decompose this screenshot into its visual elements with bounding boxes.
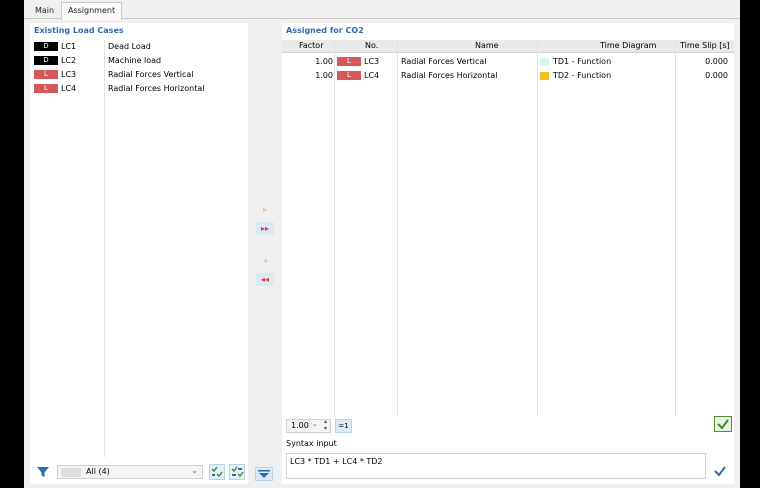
assigned-table: Factor No. Name Time Diagram Time Slip [… [282, 40, 734, 415]
assign-all-button[interactable]: ▸▸ [256, 222, 274, 235]
factor-cell[interactable]: 1.00 [282, 57, 333, 66]
move-down-icon[interactable] [255, 467, 273, 481]
time-diagram-swatch [540, 72, 549, 80]
list-item[interactable]: L LC3 Radial Forces Vertical [30, 68, 248, 82]
list-item[interactable]: D LC1 Dead Load [30, 40, 248, 54]
load-type-badge: L [337, 71, 361, 80]
column-header-time-slip[interactable]: Time Slip [s] [680, 41, 730, 50]
column-header-time-diagram[interactable]: Time Diagram [600, 41, 656, 50]
chevron-down-icon[interactable]: ⌄ [312, 420, 318, 428]
assign-selected-button[interactable]: ▸ [256, 203, 274, 216]
load-type-badge: L [337, 57, 361, 66]
set-factor-one-button[interactable]: =1 [335, 419, 352, 433]
apply-check-icon[interactable] [714, 416, 732, 432]
factor-cell[interactable]: 1.00 [282, 71, 333, 80]
syntax-input-label: Syntax input [286, 439, 337, 448]
assignment-dialog: Main Assignment Existing Load Cases D LC… [24, 0, 740, 488]
column-divider [334, 40, 335, 415]
column-header-no[interactable]: No. [365, 41, 378, 50]
up-down-arrows-icon[interactable]: ▴ ▾ [324, 418, 327, 432]
load-case-name: Radial Forces Horizontal [108, 84, 205, 93]
load-case-id: LC3 [364, 57, 380, 66]
list-item[interactable]: D LC2 Machine load [30, 54, 248, 68]
syntax-input-field[interactable]: LC3 * TD1 + LC4 * TD2 [286, 453, 706, 479]
table-header: Factor No. Name Time Diagram Time Slip [… [282, 40, 734, 53]
table-row[interactable]: 1.00 L LC4 Radial Forces Horizontal TD2 … [282, 69, 734, 83]
load-case-id: LC2 [61, 56, 77, 65]
column-divider [675, 40, 676, 415]
load-type-badge: D [34, 56, 58, 65]
load-case-name: Radial Forces Vertical [108, 70, 194, 79]
load-case-name: Machine load [108, 56, 162, 65]
remove-all-button[interactable]: ◂◂ [256, 273, 274, 286]
assigned-title: Assigned for CO2 [286, 26, 364, 35]
filter-swatch [61, 468, 81, 477]
tab-assignment[interactable]: Assignment [61, 2, 123, 20]
left-toolbar: All (4) ⌄ [30, 461, 248, 484]
load-case-list: D LC1 Dead Load D LC2 Machine load L LC3… [30, 40, 248, 457]
load-case-id: LC3 [61, 70, 77, 79]
time-diagram-cell[interactable]: TD2 - Function [553, 71, 611, 80]
load-case-name: Radial Forces Horizontal [401, 71, 498, 80]
existing-load-cases-title: Existing Load Cases [34, 26, 124, 35]
time-diagram-swatch [540, 58, 549, 66]
load-case-id: LC1 [61, 42, 77, 51]
load-case-name: Radial Forces Vertical [401, 57, 487, 66]
column-divider [537, 40, 538, 415]
select-all-icon[interactable] [209, 464, 225, 480]
load-case-name: Dead Load [108, 42, 151, 51]
load-case-id: LC4 [364, 71, 380, 80]
column-header-factor[interactable]: Factor [299, 41, 324, 50]
load-type-badge: D [34, 42, 58, 51]
column-divider [397, 40, 398, 415]
filter-value: All (4) [86, 467, 110, 476]
time-diagram-cell[interactable]: TD1 - Function [553, 57, 611, 66]
load-case-id: LC4 [61, 84, 77, 93]
filter-select[interactable]: All (4) ⌄ [57, 465, 203, 479]
time-slip-cell[interactable]: 0.000 [705, 57, 728, 66]
table-row[interactable]: 1.00 L LC3 Radial Forces Vertical TD1 - … [282, 55, 734, 69]
time-slip-cell[interactable]: 0.000 [705, 71, 728, 80]
assigned-panel: Assigned for CO2 Factor No. Name Time Di… [282, 23, 734, 484]
list-item[interactable]: L LC4 Radial Forces Horizontal [30, 82, 248, 96]
tab-bar: Main Assignment [24, 0, 740, 20]
remove-selected-button[interactable]: ◂ [256, 254, 274, 267]
tab-main[interactable]: Main [28, 2, 61, 19]
chevron-down-icon: ⌄ [191, 466, 198, 475]
load-type-badge: L [34, 70, 58, 79]
invert-selection-icon[interactable] [229, 464, 245, 480]
load-type-badge: L [34, 84, 58, 93]
factor-spinner[interactable]: 1.00 ⌄ ▴ ▾ [286, 418, 331, 433]
confirm-syntax-icon[interactable] [712, 464, 730, 480]
existing-load-cases-panel: Existing Load Cases D LC1 Dead Load D LC… [30, 23, 248, 484]
filter-icon[interactable] [36, 465, 50, 479]
factor-spinner-value: 1.00 [291, 421, 309, 430]
column-header-name[interactable]: Name [475, 41, 499, 50]
